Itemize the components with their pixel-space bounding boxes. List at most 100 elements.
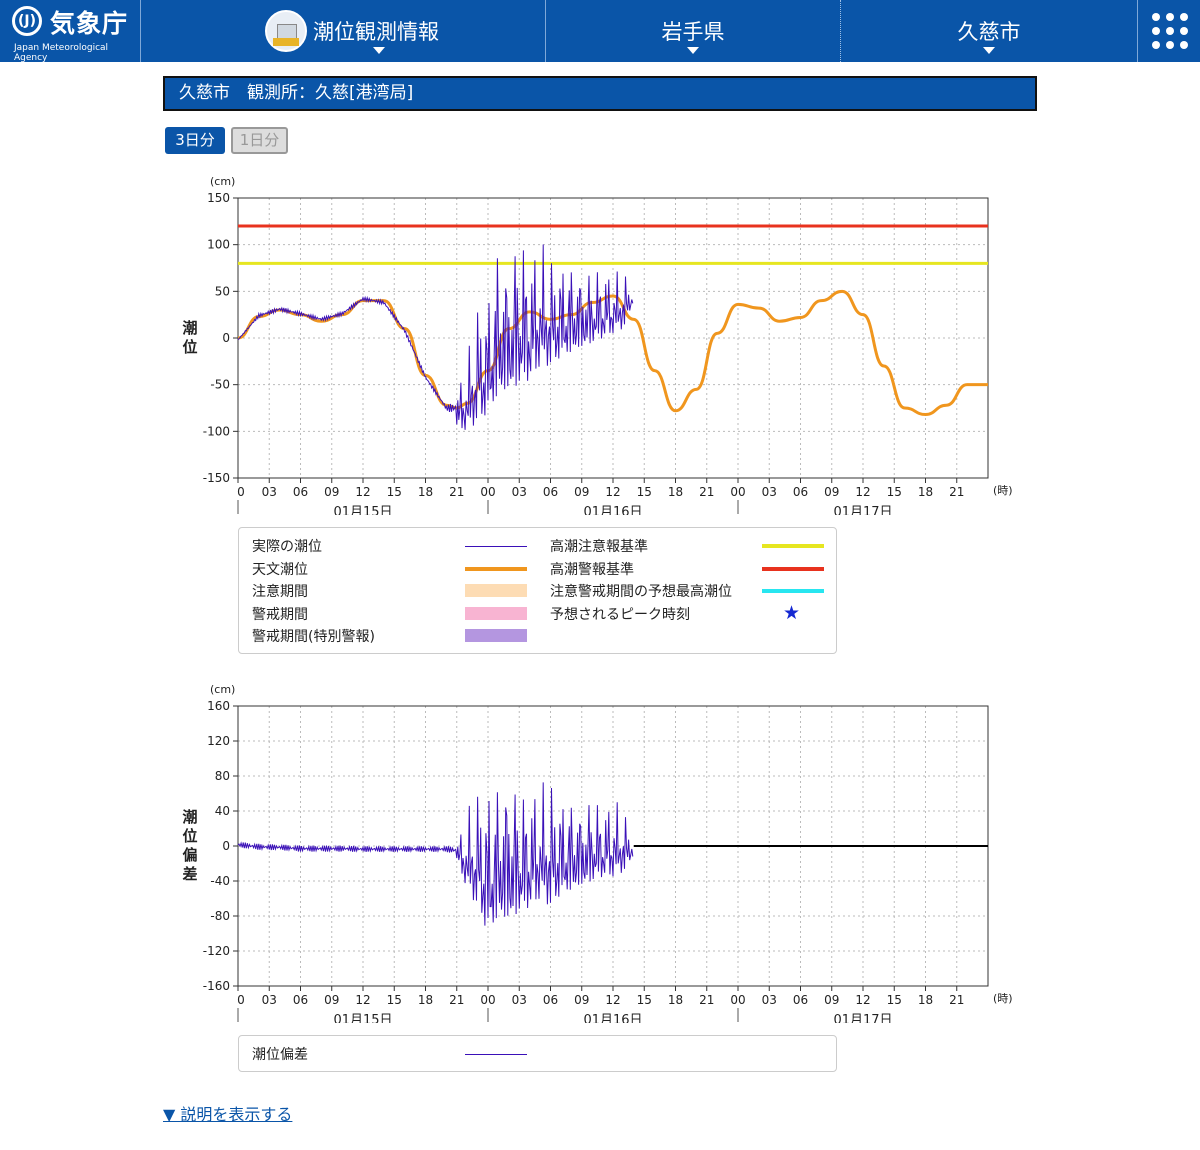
x-tick-label: 18 — [918, 485, 933, 499]
legend-label: 予想されるピーク時刻 — [550, 606, 690, 623]
legend-label: 高潮警報基準 — [550, 561, 634, 578]
y-axis-label: 差 — [182, 865, 197, 883]
tide-anomaly-chart: 160 120 80 40 0 -40 -80 -120 -160 (cm) 潮位偏差 0 03 06 09… — [182, 683, 1012, 1023]
x-tick-label: 09 — [824, 993, 839, 1007]
y-axis-label: 位 — [182, 827, 197, 845]
chevron-down-icon — [983, 47, 995, 54]
x-tick-label: 03 — [262, 485, 277, 499]
legend-label: 注意警戒期間の予想最高潮位 — [550, 584, 732, 600]
tide-level-chart: 150 100 50 0 -50 -100 -150 (cm) 潮位 0 03 06 09 12 15 18 2… — [182, 175, 1013, 515]
legend-label: 天文潮位 — [252, 561, 308, 578]
y-tick-label: -80 — [210, 909, 230, 923]
legend-band-swatch — [465, 606, 527, 620]
jma-logo[interactable]: (J) 気象庁 Japan Meteorological Agency — [0, 0, 140, 63]
x-tick-label: 15 — [637, 485, 652, 499]
nav-city-label: 久慈市 — [957, 20, 1021, 44]
tab-1day[interactable]: 1日分 — [231, 127, 288, 154]
date-label: 01月15日 — [333, 505, 392, 515]
menu-button[interactable] — [1137, 0, 1200, 62]
x-tick-label: 21 — [449, 993, 464, 1007]
tide-level-legend: 実際の潮位天文潮位注意期間警戒期間警戒期間(特別警報) 高潮注意報基準 高潮警報基準… — [238, 527, 837, 654]
y-tick-label: -50 — [210, 378, 230, 392]
logo-text-jp: 気象庁 — [50, 9, 129, 38]
legend-line-swatch — [465, 1053, 527, 1055]
x-tick-label: 15 — [887, 485, 902, 499]
chevron-down-icon — [373, 47, 385, 54]
x-tick-label: 06 — [543, 485, 558, 499]
y-tick-label: -160 — [203, 979, 230, 993]
y-tick-label: -40 — [210, 874, 230, 888]
y-axis-label: 偏 — [182, 846, 197, 864]
date-label: 01月17日 — [833, 505, 892, 515]
x-tick-label: 12 — [855, 485, 870, 499]
nav-city[interactable]: 久慈市 — [840, 0, 1137, 62]
x-tick-label: 0 — [237, 993, 245, 1007]
x-tick-label: 03 — [512, 485, 527, 499]
x-tick-label: 09 — [824, 485, 839, 499]
date-label: 01月15日 — [333, 1013, 392, 1023]
y-tick-label: -120 — [203, 944, 230, 958]
star-icon: ★ — [783, 601, 801, 624]
y-tick-label: 0 — [222, 331, 230, 345]
y-axis-label: 潮 — [182, 808, 197, 826]
y-tick-label: 120 — [207, 734, 230, 748]
nav-tide-observation[interactable]: 潮位観測情報 — [140, 0, 545, 62]
x-tick-label: 06 — [793, 485, 808, 499]
legend-label: 実際の潮位 — [252, 539, 322, 555]
tab-3days[interactable]: 3日分 — [165, 127, 225, 154]
show-explanation-link[interactable]: ▼ 説明を表示する — [163, 1101, 292, 1125]
x-tick-label: 12 — [605, 485, 620, 499]
x-tick-label: 12 — [605, 993, 620, 1007]
x-tick-label: 15 — [387, 993, 402, 1007]
legend-band-swatch — [465, 584, 527, 597]
nav-prefecture[interactable]: 岩手県 — [545, 0, 840, 62]
tide-station-icon — [265, 10, 307, 52]
x-tick-label: 21 — [949, 485, 964, 499]
x-tick-label: 09 — [324, 993, 339, 1007]
legend-line-swatch — [465, 566, 527, 571]
x-tick-label: 12 — [355, 993, 370, 1007]
legend-label: 注意期間 — [252, 584, 308, 600]
chevron-down-icon — [687, 47, 699, 54]
logo-text-en: Japan Meteorological Agency — [14, 43, 109, 63]
x-tick-label: 21 — [949, 993, 964, 1007]
legend-line-swatch — [762, 566, 824, 571]
x-tick-label: 00 — [730, 993, 745, 1007]
x-tick-label: 15 — [887, 993, 902, 1007]
tide-anomaly-legend: 潮位偏差 — [238, 1035, 837, 1072]
x-tick-label: 09 — [574, 993, 589, 1007]
legend-label: 高潮注意報基準 — [550, 539, 648, 555]
y-axis-label: 位 — [182, 338, 197, 356]
x-tick-label: 06 — [793, 993, 808, 1007]
legend-label: 警戒期間 — [252, 606, 308, 623]
x-tick-label: 06 — [293, 993, 308, 1007]
x-tick-label: 03 — [762, 993, 777, 1007]
x-tick-label: 21 — [699, 485, 714, 499]
site-header: (J) 気象庁 Japan Meteorological Agency 潮位観測… — [0, 0, 1200, 63]
y-tick-label: 50 — [215, 284, 230, 298]
legend-label: 警戒期間(特別警報) — [252, 629, 375, 645]
station-title: 久慈市 観測所：久慈[港湾局] — [163, 76, 1037, 111]
y-tick-label: 0 — [222, 839, 230, 853]
x-tick-label: 12 — [355, 485, 370, 499]
x-tick-label: 09 — [324, 485, 339, 499]
x-tick-label: 18 — [668, 485, 683, 499]
y-tick-label: -100 — [203, 424, 230, 438]
y-unit-label: (cm) — [210, 683, 235, 696]
nav-prefecture-label: 岩手県 — [661, 20, 725, 44]
jma-logo-mark-icon: (J) — [12, 6, 42, 36]
x-tick-label: 0 — [237, 485, 245, 499]
y-tick-label: -150 — [203, 471, 230, 485]
x-tick-label: 18 — [668, 993, 683, 1007]
x-unit-label: (時) — [993, 484, 1013, 497]
y-tick-label: 80 — [215, 769, 230, 783]
date-label: 01月16日 — [583, 1013, 642, 1023]
x-tick-label: 06 — [293, 485, 308, 499]
x-tick-label: 03 — [762, 485, 777, 499]
x-tick-label: 18 — [418, 485, 433, 499]
date-label: 01月17日 — [833, 1013, 892, 1023]
x-tick-label: 06 — [543, 993, 558, 1007]
x-tick-label: 03 — [262, 993, 277, 1007]
observed-series-line — [237, 782, 634, 926]
y-axis-label: 潮 — [182, 319, 197, 337]
